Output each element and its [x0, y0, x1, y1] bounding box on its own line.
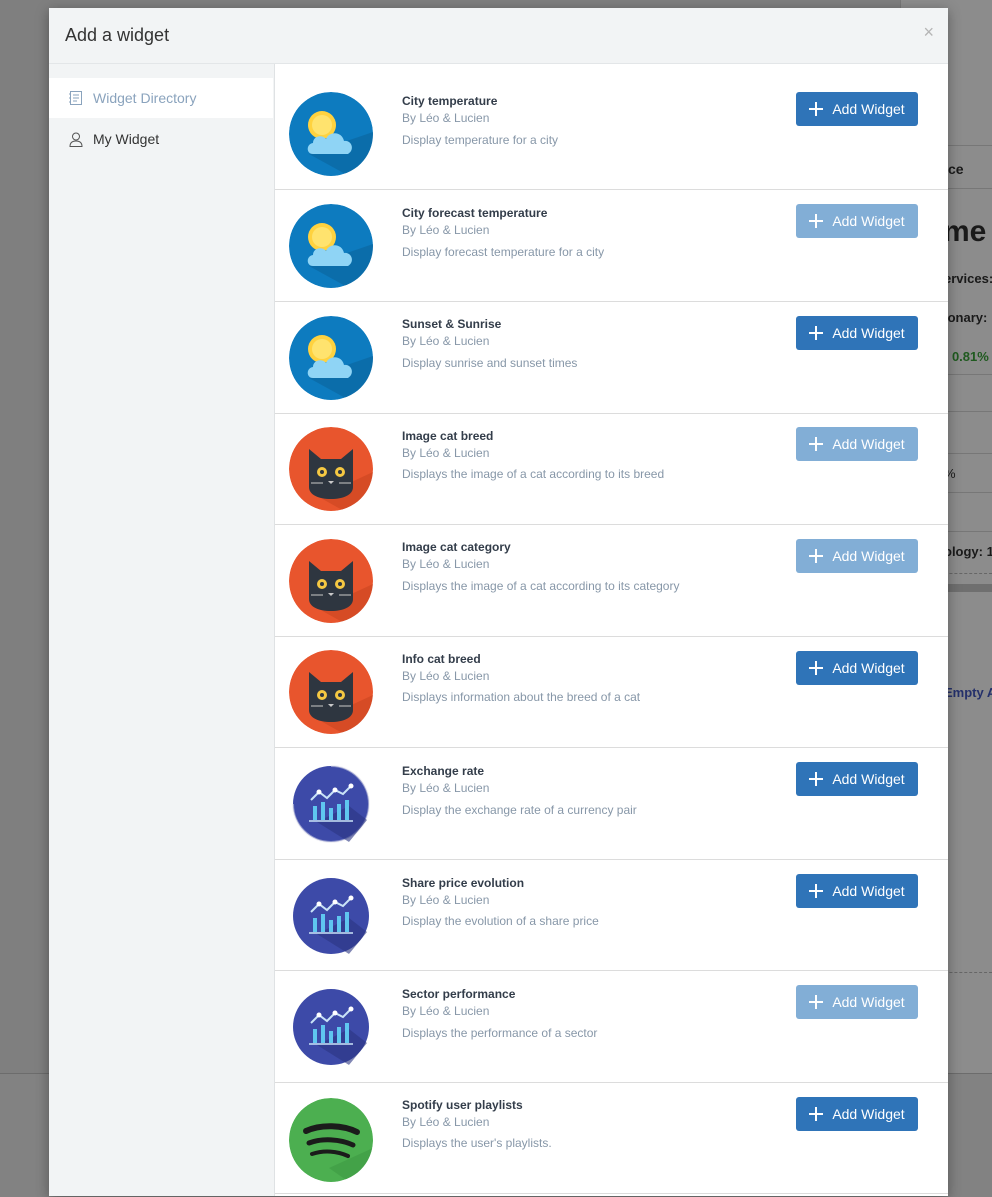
add-widget-button[interactable]: Add Widget — [796, 874, 918, 908]
add-widget-button[interactable]: Add Widget — [796, 92, 918, 126]
widget-author: By Léo & Lucien — [402, 111, 490, 125]
add-widget-button-label: Add Widget — [832, 1106, 905, 1122]
plus-icon — [809, 326, 824, 340]
background-text: : 0.81% — [944, 349, 989, 364]
add-widget-button-label: Add Widget — [832, 436, 905, 452]
plus-icon — [809, 1107, 824, 1121]
widget-title: Info cat breed — [402, 652, 481, 666]
plus-icon — [809, 772, 824, 786]
weather-icon — [289, 316, 373, 400]
widget-author: By Léo & Lucien — [402, 781, 490, 795]
background-text: ervices: — [944, 271, 992, 286]
widget-author: By Léo & Lucien — [402, 893, 490, 907]
add-widget-button-label: Add Widget — [832, 548, 905, 564]
add-widget-button-label: Add Widget — [832, 325, 905, 341]
cat-icon — [289, 650, 373, 734]
add-widget-button[interactable]: Add Widget — [796, 539, 918, 573]
widget-description: Display temperature for a city — [402, 133, 559, 147]
background-heading: me I — [943, 215, 992, 248]
weather-icon — [289, 204, 373, 288]
widget-row-image-cat-category: Image cat category By Léo & Lucien Displ… — [275, 525, 948, 637]
plus-icon — [809, 995, 824, 1009]
chart-icon — [289, 762, 373, 846]
modal-header: Add a widget × — [49, 8, 948, 64]
widget-row-share-price-evolution: Share price evolution By Léo & Lucien Di… — [275, 859, 948, 971]
widget-author: By Léo & Lucien — [402, 557, 490, 571]
add-widget-button[interactable]: Add Widget — [796, 651, 918, 685]
add-widget-button[interactable]: Add Widget — [796, 985, 918, 1019]
background-link: Empty A — [944, 685, 992, 700]
widget-title: Sector performance — [402, 987, 516, 1001]
widget-row-sector-performance: Sector performance By Léo & Lucien Displ… — [275, 971, 948, 1083]
plus-icon — [809, 437, 824, 451]
widget-author: By Léo & Lucien — [402, 334, 490, 348]
add-widget-button[interactable]: Add Widget — [796, 427, 918, 461]
add-widget-button-label: Add Widget — [832, 771, 905, 787]
directory-icon — [68, 90, 84, 106]
background-text: ionary: — [944, 310, 988, 325]
widget-title: Spotify user playlists — [402, 1098, 523, 1112]
add-widget-button-label: Add Widget — [832, 660, 905, 676]
weather-icon — [289, 92, 373, 176]
sidebar-item-label: My Widget — [93, 131, 160, 147]
plus-icon — [809, 661, 824, 675]
background-text: ce — [948, 161, 964, 177]
widget-row-exchange-rate: Exchange rate By Léo & Lucien Display th… — [275, 748, 948, 860]
spotify-icon — [289, 1098, 373, 1182]
widget-title: Share price evolution — [402, 876, 525, 890]
widget-description: Display sunrise and sunset times — [402, 356, 578, 370]
widget-author: By Léo & Lucien — [402, 669, 490, 683]
widget-description: Displays information about the breed of … — [402, 690, 641, 704]
modal-title: Add a widget — [65, 25, 170, 45]
plus-icon — [809, 884, 824, 898]
widget-author: By Léo & Lucien — [402, 446, 490, 460]
add-widget-button[interactable]: Add Widget — [796, 762, 918, 796]
sidebar-item-my-widget[interactable]: My Widget — [49, 119, 273, 159]
widget-description: Display the evolution of a share price — [402, 914, 599, 928]
sidebar: Widget Directory My Widget — [49, 64, 275, 1196]
sidebar-item-label: Widget Directory — [93, 90, 197, 106]
add-widget-button[interactable]: Add Widget — [796, 1097, 918, 1131]
widget-list: City temperature By Léo & Lucien Display… — [275, 64, 948, 1196]
widget-title: Image cat breed — [402, 429, 494, 443]
widget-title: Image cat category — [402, 540, 511, 554]
add-widget-button-label: Add Widget — [832, 994, 905, 1010]
add-widget-button[interactable]: Add Widget — [796, 204, 918, 238]
widget-title: Exchange rate — [402, 764, 485, 778]
widget-row-sunset-sunrise: Sunset & Sunrise By Léo & Lucien Display… — [275, 302, 948, 414]
add-widget-button-label: Add Widget — [832, 883, 905, 899]
widget-title: City forecast temperature — [402, 206, 548, 220]
plus-icon — [809, 214, 824, 228]
sidebar-item-widget-directory[interactable]: Widget Directory — [49, 78, 273, 118]
widget-description: Display the exchange rate of a currency … — [402, 803, 637, 817]
widget-description: Displays the image of a cat according to… — [402, 467, 665, 481]
cat-icon — [289, 427, 373, 511]
plus-icon — [809, 102, 824, 116]
widget-description: Displays the user's playlists. — [402, 1136, 552, 1150]
add-widget-button-label: Add Widget — [832, 101, 905, 117]
widget-description: Displays the performance of a sector — [402, 1026, 598, 1040]
user-icon — [68, 131, 84, 147]
cat-icon — [289, 539, 373, 623]
widget-row-city-temperature: City temperature By Léo & Lucien Display… — [275, 64, 948, 190]
widget-row-spotify-user-playlists: Spotify user playlists By Léo & Lucien D… — [275, 1082, 948, 1194]
chart-icon — [289, 874, 373, 958]
widget-author: By Léo & Lucien — [402, 1115, 490, 1129]
widget-title: City temperature — [402, 94, 498, 108]
chart-icon — [289, 985, 373, 1069]
add-widget-button[interactable]: Add Widget — [796, 316, 918, 350]
close-button[interactable]: × — [923, 23, 934, 41]
widget-row-info-cat-breed: Info cat breed By Léo & Lucien Displays … — [275, 636, 948, 748]
widget-description: Display forecast temperature for a city — [402, 245, 605, 259]
widget-row-city-forecast-temperature: City forecast temperature By Léo & Lucie… — [275, 190, 948, 302]
widget-description: Displays the image of a cat according to… — [402, 579, 680, 593]
widget-author: By Léo & Lucien — [402, 223, 490, 237]
widget-title: Sunset & Sunrise — [402, 317, 502, 331]
widget-row-image-cat-breed: Image cat breed By Léo & Lucien Displays… — [275, 413, 948, 525]
plus-icon — [809, 549, 824, 563]
add-widget-button-label: Add Widget — [832, 213, 905, 229]
widget-author: By Léo & Lucien — [402, 1004, 490, 1018]
add-widget-modal: Add a widget × Widget Directory My Widge… — [49, 8, 948, 1196]
background-text: ology: 1 — [944, 544, 992, 559]
